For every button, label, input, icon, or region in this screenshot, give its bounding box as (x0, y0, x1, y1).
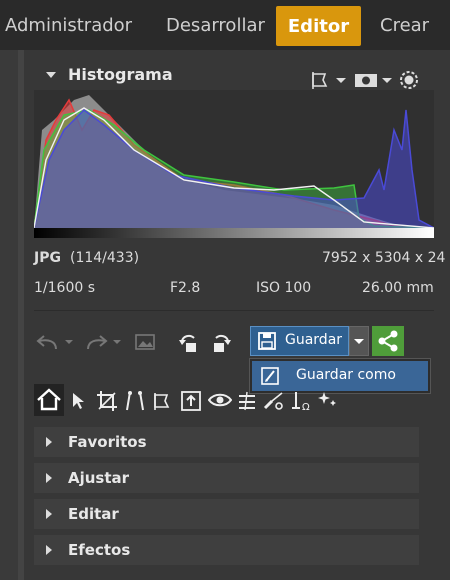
editor-side-panel: Histograma JPG (114/433) 7952 x 5304 x 2… (24, 50, 450, 580)
tab-desarrollar[interactable]: Desarrollar (166, 0, 265, 50)
chevron-right-icon (46, 545, 52, 555)
undo-icon[interactable] (36, 332, 60, 356)
focal-length: 26.00 mm (362, 280, 434, 296)
luminance-gradient-bar (34, 228, 434, 238)
home-icon (37, 388, 61, 411)
cursor-icon[interactable] (70, 392, 86, 414)
mode-tabs: Administrador Desarrollar Editor Crear (0, 0, 450, 50)
chevron-right-icon (46, 509, 52, 519)
image-index: (114/433) (70, 250, 140, 266)
save-label: Guardar (285, 332, 343, 348)
save-as-label: Guardar como (296, 367, 396, 383)
svg-text:Ω: Ω (302, 402, 310, 412)
export-icon[interactable] (180, 390, 202, 416)
tab-editor[interactable]: Editor (276, 6, 361, 46)
image-format: JPG (34, 250, 61, 266)
share-button[interactable] (372, 326, 404, 356)
share-icon (378, 330, 398, 352)
section-label: Favoritos (68, 433, 147, 451)
home-tool[interactable] (34, 384, 64, 416)
redo-icon[interactable] (84, 332, 108, 356)
perspective-icon[interactable] (152, 391, 174, 415)
tool-strip: Ω (34, 384, 414, 416)
histogram-title: Histograma (68, 65, 173, 84)
histogram-tools (310, 70, 440, 92)
compare-icon[interactable] (134, 332, 156, 356)
redo-dropdown-icon[interactable] (112, 332, 122, 356)
section-editar[interactable]: Editar (34, 499, 419, 529)
section-label: Ajustar (68, 469, 130, 487)
rotate-right-icon[interactable] (208, 332, 232, 358)
save-options-dropdown[interactable] (349, 326, 369, 356)
rotate-left-icon[interactable] (178, 332, 202, 358)
crop-icon[interactable] (96, 390, 118, 416)
section-label: Efectos (68, 541, 131, 559)
text-icon[interactable]: Ω (290, 390, 314, 416)
save-button[interactable]: Guardar (250, 326, 349, 356)
collapse-caret-icon[interactable] (46, 72, 56, 78)
straighten-icon[interactable] (124, 390, 146, 416)
tab-administrador[interactable]: Administrador (5, 0, 132, 50)
iso-value: ISO 100 (256, 280, 312, 296)
chevron-right-icon (46, 473, 52, 483)
section-label: Editar (68, 505, 119, 523)
histogram-graph (33, 90, 435, 238)
section-ajustar[interactable]: Ajustar (34, 463, 419, 493)
shutter-speed: 1/1600 s (34, 280, 95, 296)
tab-crear[interactable]: Crear (380, 0, 429, 50)
chevron-down-icon (354, 339, 364, 344)
histogram-header[interactable]: Histograma (24, 60, 444, 94)
section-efectos[interactable]: Efectos (34, 535, 419, 565)
undo-dropdown-icon[interactable] (64, 332, 74, 356)
aperture: F2.8 (170, 280, 201, 296)
save-icon (257, 331, 277, 355)
sparkle-icon[interactable] (318, 390, 338, 414)
brush-icon[interactable] (262, 390, 286, 416)
image-dimensions: 7952 x 5304 x 24 (322, 250, 446, 266)
levels-icon[interactable] (236, 390, 258, 416)
eye-icon[interactable] (207, 391, 233, 413)
section-favoritos[interactable]: Favoritos (34, 427, 419, 457)
chevron-right-icon (46, 437, 52, 447)
divider (34, 310, 434, 311)
